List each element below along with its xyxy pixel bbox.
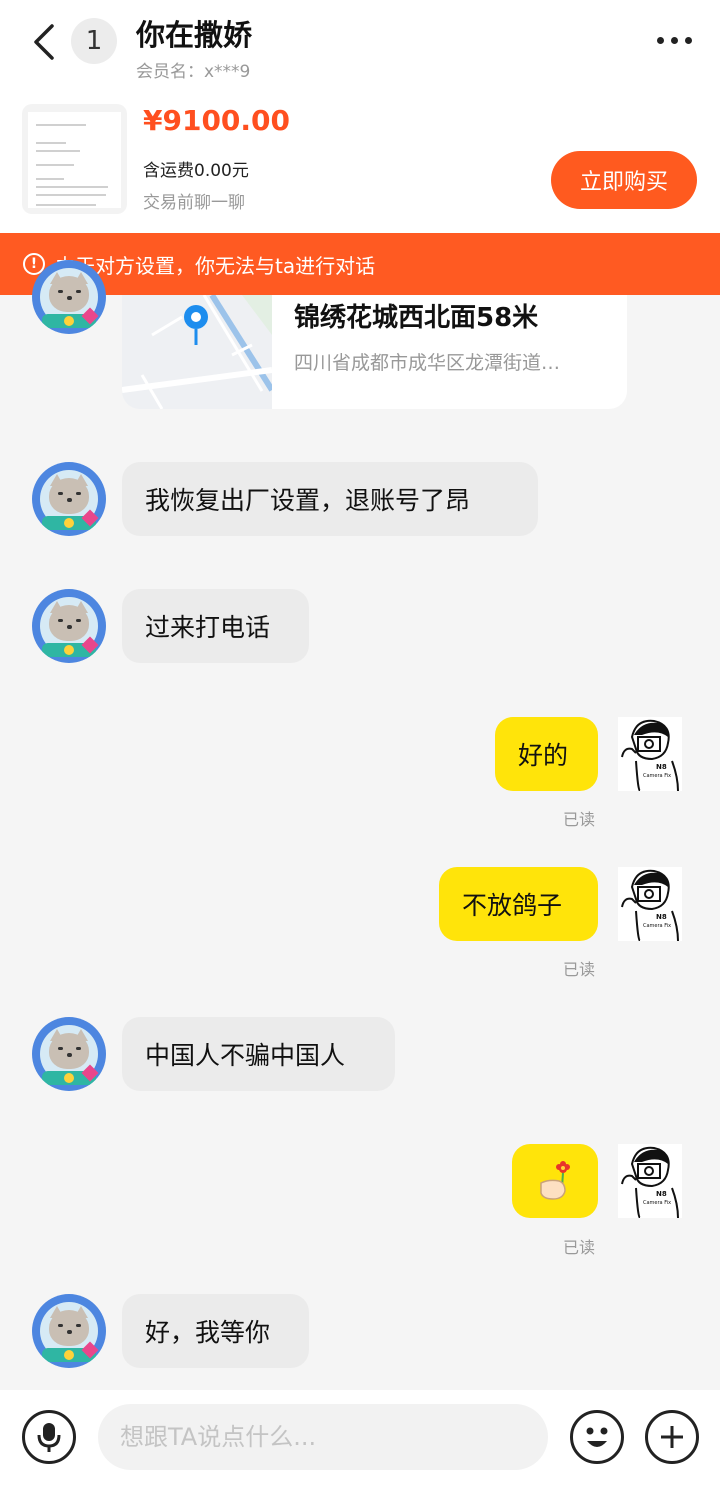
chevron-left-icon [34,24,54,60]
chat-title: 你在撒娇 [136,18,253,52]
document-image [28,112,121,208]
plus-icon [661,1426,683,1448]
buy-now-button[interactable]: 立即购买 [551,151,697,209]
avatar-shirt-text: N8 [656,913,667,921]
member-name: 会员名：x***9 [136,62,251,82]
avatar-shirt-text: Camera Fix [643,773,671,779]
warning-text: 由于对方设置，你无法与ta进行对话 [55,253,376,278]
chat-header: 1 你在撒娇 会员名：x***9 [0,0,720,90]
microphone-icon [37,1423,61,1452]
location-title: 锦绣花城西北面58米 [294,303,539,333]
my-avatar[interactable]: N8 Camera Fix [618,1144,682,1219]
outgoing-message[interactable]: 不放鸽子 [439,867,598,941]
blocked-warning-banner: ! 由于对方设置，你无法与ta进行对话 [0,233,720,295]
contact-avatar[interactable] [32,1017,106,1091]
message-input[interactable] [98,1404,548,1470]
incoming-message[interactable]: 中国人不骗中国人 [122,1017,395,1091]
contact-avatar[interactable] [32,462,106,536]
outgoing-sticker-message[interactable] [512,1144,598,1218]
product-price: ¥9100.00 [143,104,291,137]
product-thumbnail[interactable] [22,104,127,214]
more-dot-icon [670,36,678,44]
location-pin-icon [184,305,208,345]
back-button[interactable] [22,16,66,68]
avatar-shirt-text: N8 [656,1190,667,1198]
contact-avatar[interactable] [32,589,106,663]
incoming-message[interactable]: 我恢复出厂设置，退账号了昂 [122,462,538,536]
location-address: 四川省成都市成华区龙潭街道… [294,352,561,374]
outgoing-message[interactable]: 好的 [495,717,598,791]
map-thumbnail [122,295,275,409]
more-dot-icon [656,36,664,44]
contact-avatar[interactable] [32,260,106,334]
my-avatar[interactable]: N8 Camera Fix [618,717,682,792]
voice-input-button[interactable] [22,1410,76,1464]
avatar-shirt-text: Camera Fix [643,1200,671,1206]
location-message-card[interactable]: 锦绣花城西北面58米 四川省成都市成华区龙潭街道… [122,295,627,409]
incoming-message[interactable]: 好，我等你 [122,1294,309,1368]
contact-avatar[interactable] [32,1294,106,1368]
pre-trade-hint: 交易前聊一聊 [143,193,245,213]
incoming-message[interactable]: 过来打电话 [122,589,309,663]
more-options-button[interactable] [654,30,694,50]
add-attachment-button[interactable] [645,1410,699,1464]
flower-hand-sticker-icon [540,1161,570,1200]
read-status: 已读 [563,960,596,979]
smiley-icon [586,1427,608,1447]
read-status: 已读 [563,1238,596,1257]
message-input-bar [0,1390,720,1494]
shipping-fee: 含运费0.00元 [143,161,249,181]
read-status: 已读 [563,810,596,829]
product-card[interactable]: ¥9100.00 含运费0.00元 交易前聊一聊 立即购买 [0,90,720,233]
unread-count-badge[interactable]: 1 [71,18,117,64]
more-dot-icon [684,36,692,44]
avatar-shirt-text: Camera Fix [643,923,671,929]
my-avatar[interactable]: N8 Camera Fix [618,867,682,942]
chat-screen: 1 你在撒娇 会员名：x***9 ¥9100.00 含运费0.00元 交易前聊一… [0,0,720,1494]
emoji-button[interactable] [570,1410,624,1464]
avatar-shirt-text: N8 [656,763,667,771]
